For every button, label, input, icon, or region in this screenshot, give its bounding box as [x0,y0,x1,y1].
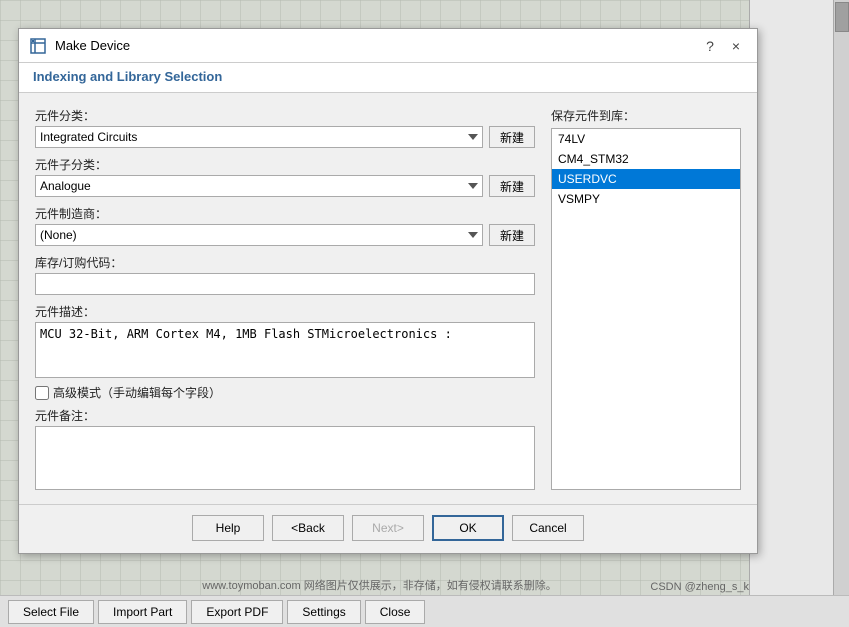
dialog-body: 元件分类： Integrated Circuits 新建 元件子分类： Anal… [19,93,757,504]
library-list[interactable]: 74LVCM4_STM32USERDVCVSMPY [551,128,741,490]
select-file-button[interactable]: Select File [8,600,94,624]
advanced-mode-label[interactable]: 高级模式（手动编辑每个字段） [53,384,221,401]
settings-button[interactable]: Settings [287,600,360,624]
help-title-button[interactable]: ? [699,35,721,57]
notes-label: 元件备注： [35,407,535,424]
lib-item-2[interactable]: USERDVC [552,169,740,189]
export-pdf-button[interactable]: Export PDF [191,600,283,624]
advanced-mode-row: 高级模式（手动编辑每个字段） [35,384,535,401]
description-textarea[interactable]: MCU 32-Bit, ARM Cortex M4, 1MB Flash STM… [35,322,535,378]
close-button[interactable]: Close [365,600,426,624]
manufacturer-select[interactable]: (None) [35,224,483,246]
library-panel: 保存元件到库： 74LVCM4_STM32USERDVCVSMPY [551,107,741,490]
dialog-titlebar: Make Device ? × [19,29,757,63]
dialog-footer: Help <Back Next> OK Cancel [19,504,757,553]
dialog-app-icon [29,37,47,55]
right-strip: 21.48mm ▶ [749,0,849,627]
manufacturer-new-button[interactable]: 新建 [489,224,535,246]
right-strip-scrollbar[interactable] [833,0,849,627]
scrollbar-thumb[interactable] [835,2,849,32]
back-button[interactable]: <Back [272,515,344,541]
taskbar: Select File Import Part Export PDF Setti… [0,595,849,627]
form-left: 元件分类： Integrated Circuits 新建 元件子分类： Anal… [35,107,535,490]
order-code-row [35,273,535,295]
subcategory-row: Analogue 新建 [35,175,535,197]
lib-item-1[interactable]: CM4_STM32 [552,149,740,169]
category-select[interactable]: Integrated Circuits [35,126,483,148]
category-new-button[interactable]: 新建 [489,126,535,148]
lib-item-3[interactable]: VSMPY [552,189,740,209]
subcategory-select[interactable]: Analogue [35,175,483,197]
category-label: 元件分类： [35,107,535,124]
import-part-button[interactable]: Import Part [98,600,187,624]
make-device-dialog: Make Device ? × Indexing and Library Sel… [18,28,758,554]
order-code-input[interactable] [35,273,535,295]
dialog-title: Make Device [55,38,695,53]
manufacturer-row: (None) 新建 [35,224,535,246]
lib-item-0[interactable]: 74LV [552,129,740,149]
description-label: 元件描述： [35,303,535,320]
advanced-mode-checkbox[interactable] [35,386,49,400]
subcategory-label: 元件子分类： [35,156,535,173]
help-button[interactable]: Help [192,515,264,541]
subcategory-new-button[interactable]: 新建 [489,175,535,197]
close-title-button[interactable]: × [725,35,747,57]
next-button[interactable]: Next> [352,515,424,541]
ok-button[interactable]: OK [432,515,504,541]
cancel-button[interactable]: Cancel [512,515,584,541]
library-label: 保存元件到库： [551,107,741,124]
category-row: Integrated Circuits 新建 [35,126,535,148]
order-code-label: 库存/订购代码： [35,254,535,271]
dialog-subtitle: Indexing and Library Selection [19,63,757,93]
manufacturer-label: 元件制造商： [35,205,535,222]
notes-textarea[interactable] [35,426,535,490]
